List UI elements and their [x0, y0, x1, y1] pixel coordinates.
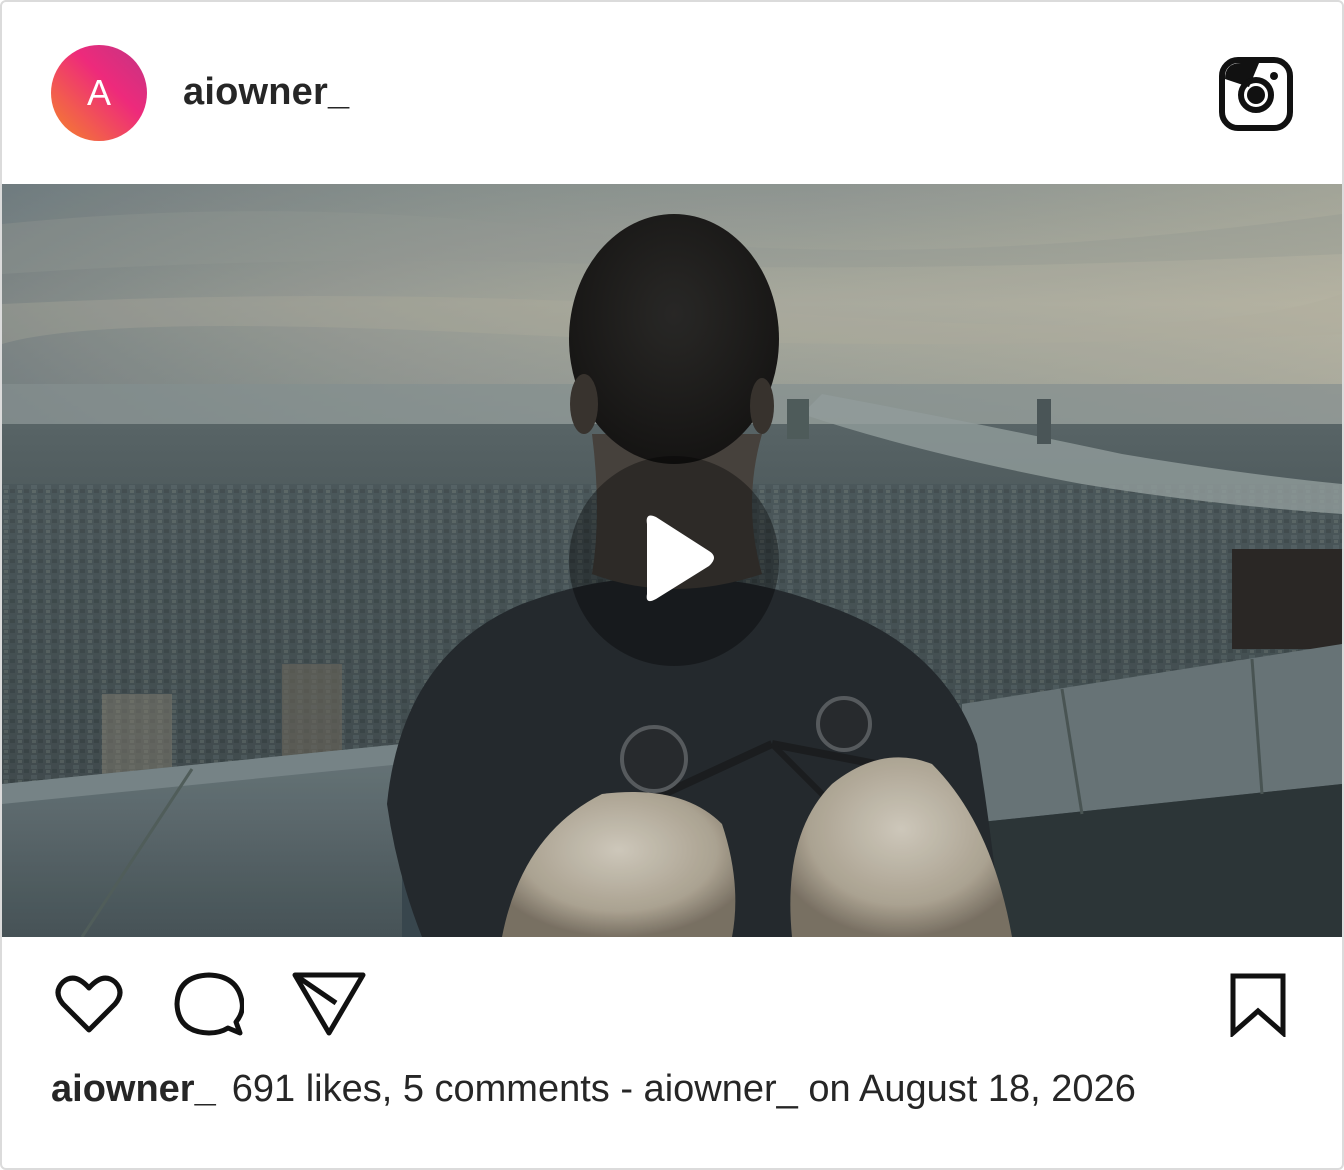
video-thumbnail[interactable]: [2, 184, 1342, 937]
post-caption: aiowner_ 691 likes, 5 comments - aiowner_…: [51, 1066, 1136, 1112]
action-bar: [2, 937, 1342, 1047]
send-icon[interactable]: [292, 971, 366, 1037]
post-header: A aiowner_: [2, 2, 1342, 184]
avatar-letter: A: [86, 72, 111, 113]
comment-icon[interactable]: [174, 972, 244, 1038]
bookmark-icon[interactable]: [1229, 973, 1287, 1037]
embedded-post-card: A aiowner_ aiowner_ 691 likes, 5 comment…: [0, 0, 1344, 1170]
play-icon[interactable]: [569, 456, 779, 666]
caption-text: 691 likes, 5 comments - aiowner_ on Augu…: [231, 1068, 1136, 1110]
heart-icon[interactable]: [55, 974, 123, 1034]
caption-username[interactable]: aiowner_: [51, 1068, 216, 1110]
username-link[interactable]: aiowner_: [183, 70, 349, 114]
instagram-icon[interactable]: [1219, 57, 1293, 131]
avatar[interactable]: A: [51, 45, 147, 141]
